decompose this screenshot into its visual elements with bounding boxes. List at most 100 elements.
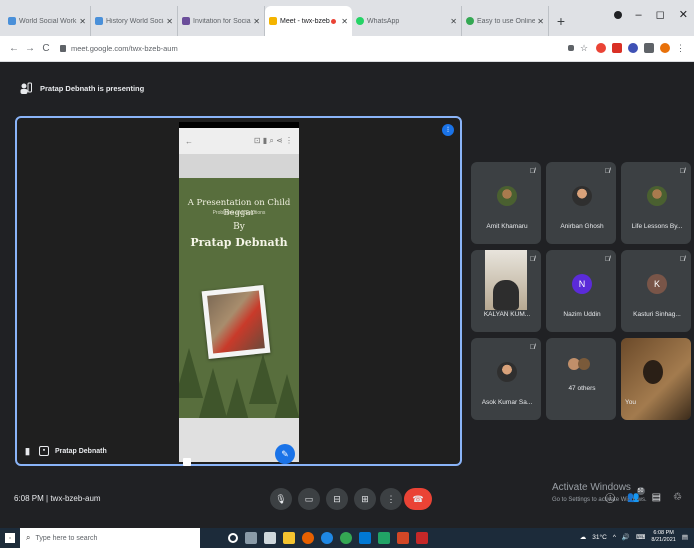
edge-icon[interactable] (321, 532, 333, 544)
mic-off-icon: 🎙̸ (679, 168, 685, 175)
stage-options-icon[interactable]: ⁝ (442, 124, 454, 136)
people-icon[interactable]: 👥 50 (627, 487, 645, 503)
tab-title: Easy to use Online PD (477, 17, 536, 25)
info-icon[interactable]: ⓘ (605, 490, 615, 505)
participant-tile[interactable]: 🎙̸ K Kasturi Sinhag... (621, 250, 691, 332)
extension-blue-icon[interactable] (628, 43, 638, 53)
others-count: 47 others (568, 385, 596, 392)
browser-tab-active[interactable]: Meet - twx-bzeb ✕ (265, 6, 352, 36)
participant-name: Anirban Ghosh (560, 223, 604, 230)
notifications-icon[interactable]: ▤ (682, 533, 688, 541)
lock-icon (60, 45, 66, 52)
taskbar-search-input[interactable]: ⌕ Type here to search (20, 528, 200, 548)
edit-pencil-icon: ✎ (275, 444, 295, 464)
participant-tile[interactable]: 🎙̸ Asok Kumar Sa... (471, 338, 541, 420)
mic-off-icon: 🎙̸ (679, 256, 685, 263)
participant-name: Life Lessons By... (631, 223, 683, 230)
avatar (497, 186, 517, 206)
avatar-letter: K (647, 274, 667, 294)
presentation-stage[interactable]: ⁝ ← ⊡ ▮ ⌕ ⋖ ⋮ A Presentation on Child Be… (15, 116, 462, 466)
file-explorer-icon[interactable] (283, 532, 295, 544)
task-view-icon[interactable] (245, 532, 257, 544)
pin-icon[interactable]: ▮ (25, 446, 33, 456)
volume-icon[interactable]: 🔊 (622, 533, 630, 541)
activities-icon[interactable]: ♲ (673, 492, 682, 503)
presenter-icon (20, 82, 32, 94)
acrobat-icon[interactable] (416, 532, 428, 544)
presenter-name: Pratap Debnath (55, 447, 107, 455)
mic-button[interactable]: 🎙 (270, 488, 292, 510)
fullscreen-icon[interactable]: ▪ (39, 446, 49, 456)
url-field[interactable]: meet.google.com/twx-bzeb-aum (60, 44, 178, 53)
reload-icon[interactable]: C (38, 43, 54, 54)
star-icon[interactable]: ☆ (580, 43, 590, 53)
tab-close-icon[interactable]: ✕ (537, 17, 544, 26)
participant-name: KALYAN KUM... (483, 311, 531, 318)
browser-tab[interactable]: Invitation for Social W ✕ (178, 6, 265, 36)
firefox-icon[interactable] (302, 532, 314, 544)
participant-tile[interactable]: 🎙̸ Anirban Ghosh (546, 162, 616, 244)
tab-close-icon[interactable]: ✕ (166, 17, 173, 26)
chrome-icon[interactable] (340, 532, 352, 544)
chat-icon[interactable]: ▤ (652, 492, 661, 503)
participant-tile[interactable]: 🎙̸ N Nazim Uddin (546, 250, 616, 332)
whatsapp-favicon-icon (356, 17, 364, 25)
taskbar-clock[interactable]: 6:08 PM 8/21/2021 (651, 530, 675, 544)
tray-chevron-icon[interactable]: ^ (613, 534, 616, 541)
minimize-button[interactable]: – (636, 9, 642, 21)
captions-button[interactable]: ⊟ (326, 488, 348, 510)
screen: World Social Work Da ✕ History World Soc… (0, 0, 694, 548)
present-button[interactable]: ⊞ (354, 488, 376, 510)
profile-icon[interactable] (613, 10, 622, 19)
clock-time: 6:08 PM (653, 530, 674, 536)
browser-tab[interactable]: WhatsApp ✕ (352, 6, 462, 36)
tab-close-icon[interactable]: ✕ (450, 17, 457, 26)
keyboard-icon[interactable]: ⌨ (636, 533, 645, 541)
extension-pdf-icon[interactable] (612, 43, 622, 53)
participant-tile-self[interactable]: You (621, 338, 691, 420)
tab-favicon-icon (182, 17, 190, 25)
tree-decoration (223, 378, 251, 418)
browser-tab[interactable]: Easy to use Online PD ✕ (462, 6, 549, 36)
camera-permission-icon[interactable] (568, 45, 574, 51)
browser-tab[interactable]: History World Social ✕ (91, 6, 178, 36)
profile-avatar-icon[interactable] (660, 43, 670, 53)
leave-call-button[interactable]: ☎ (404, 488, 432, 510)
temperature: 31°C (592, 533, 607, 541)
forward-arrow-icon[interactable]: → (22, 43, 38, 54)
weather-icon[interactable]: ☁ (580, 533, 587, 541)
extension-red-icon[interactable] (596, 43, 606, 53)
tab-title: Meet - twx-bzeb (280, 17, 330, 25)
participant-tile[interactable]: 🎙̸ Life Lessons By... (621, 162, 691, 244)
excel-icon[interactable] (378, 532, 390, 544)
more-options-button[interactable]: ⋮ (380, 488, 402, 510)
participant-tile[interactable]: 🎙̸ Amit Khamaru (471, 162, 541, 244)
slide-subtitle: Problems and Solutions (212, 210, 266, 216)
camera-button[interactable]: ▭ (298, 488, 320, 510)
participant-tile[interactable]: 🎙̸ KALYAN KUM... (471, 250, 541, 332)
close-window-button[interactable]: ✕ (679, 8, 688, 21)
tree-decoration (273, 374, 299, 418)
extensions-puzzle-icon[interactable] (644, 43, 654, 53)
maximize-button[interactable]: ◻ (656, 8, 665, 21)
new-tab-button[interactable]: + (549, 6, 573, 36)
tab-close-icon[interactable]: ✕ (341, 17, 348, 26)
participant-name: Amit Khamaru (486, 223, 528, 230)
browser-tab[interactable]: World Social Work Da ✕ (4, 6, 91, 36)
group-avatar-icon (578, 358, 590, 370)
cortana-icon[interactable] (228, 533, 238, 543)
meet-area: Pratap Debnath is presenting ⁝ ← ⊡ ▮ ⌕ ⋖… (0, 62, 694, 520)
windows-start-icon[interactable] (0, 528, 20, 548)
outlook-icon[interactable] (359, 532, 371, 544)
tab-close-icon[interactable]: ✕ (253, 17, 260, 26)
participant-tile-others[interactable]: 47 others (546, 338, 616, 420)
tab-close-icon[interactable]: ✕ (79, 17, 86, 26)
avatar (497, 362, 517, 382)
menu-dots-icon[interactable]: ⋮ (676, 43, 686, 53)
back-arrow-icon[interactable]: ← (6, 43, 22, 54)
search-icon: ⌕ (26, 533, 31, 542)
powerpoint-icon[interactable] (397, 532, 409, 544)
store-icon[interactable] (264, 532, 276, 544)
tab-title: World Social Work Da (19, 17, 77, 25)
browser-tabbar: World Social Work Da ✕ History World Soc… (0, 0, 694, 36)
